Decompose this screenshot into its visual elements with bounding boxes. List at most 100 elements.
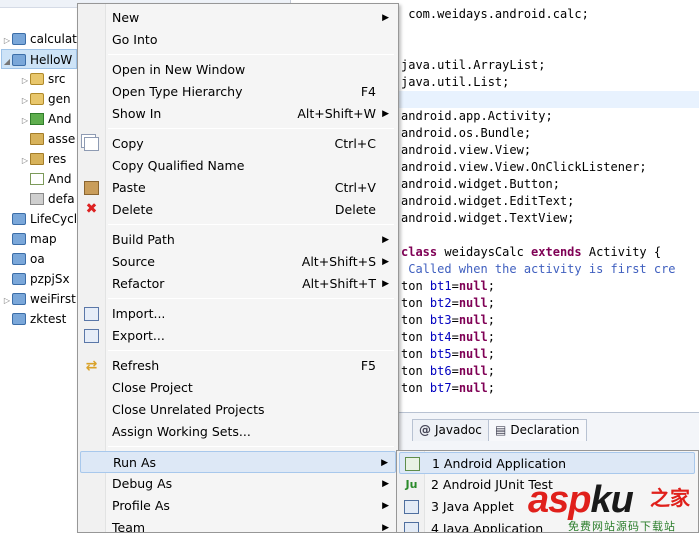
tree-item[interactable]: ▷ calculat xyxy=(2,29,77,49)
menu-item-refactor[interactable]: Refactor Alt+Shift+T ▶ xyxy=(80,273,396,295)
tree-item[interactable]: ▷ weiFirst xyxy=(2,289,76,309)
menu-separator xyxy=(108,446,394,447)
menu-item-label: Assign Working Sets... xyxy=(112,424,251,439)
tree-item[interactable]: ▷ res xyxy=(20,149,66,169)
menu-item-run-as[interactable]: Run As ▶ xyxy=(80,451,396,473)
tree-item[interactable]: ◢ HelloW xyxy=(1,49,77,69)
menu-item-label: Refactor xyxy=(112,276,165,291)
tree-item-label: weiFirst xyxy=(30,292,76,306)
menu-item-close-project[interactable]: Close Project xyxy=(80,377,396,399)
menu-item-label: Profile As xyxy=(112,498,170,513)
menu-item-source[interactable]: Source Alt+Shift+S ▶ xyxy=(80,251,396,273)
code-token: ton xyxy=(401,330,430,344)
code-token: android.widget.EditText; xyxy=(401,194,575,208)
submenu-arrow-icon: ▶ xyxy=(382,257,389,267)
submenu-arrow-icon: ▶ xyxy=(382,479,389,489)
expand-toggle-icon[interactable]: ▷ xyxy=(2,31,12,51)
tree-item[interactable]: map xyxy=(2,229,57,249)
menu-item-close-unrelated-projects[interactable]: Close Unrelated Projects xyxy=(80,399,396,421)
expand-toggle-icon[interactable]: ▷ xyxy=(20,91,30,111)
code-token: extends xyxy=(531,245,582,259)
menu-item-team[interactable]: Team ▶ xyxy=(80,517,396,532)
menu-item-shortcut: F4 xyxy=(360,84,376,99)
menu-item-profile-as[interactable]: Profile As ▶ xyxy=(80,495,396,517)
code-token: bt5 xyxy=(429,347,452,361)
menu-item-label: New xyxy=(112,10,140,25)
tree-item[interactable]: ▷ And xyxy=(20,109,72,131)
watermark-brand: asp xyxy=(528,479,591,521)
java-application-icon xyxy=(404,522,419,532)
code-token: = xyxy=(451,330,459,344)
code-token: android.view.View; xyxy=(401,143,532,157)
code-line: Called when the activity is first cre xyxy=(401,261,676,278)
menu-item-build-path[interactable]: Build Path ▶ xyxy=(80,229,396,251)
tree-item[interactable]: zktest xyxy=(2,309,66,329)
code-line: ton bt5=null; xyxy=(401,346,495,363)
menu-item-shortcut: Ctrl+V xyxy=(334,180,376,195)
menu-item-open-type-hierarchy[interactable]: Open Type Hierarchy F4 xyxy=(80,81,396,103)
menu-item-label: Refresh xyxy=(112,358,160,373)
context-menu: New ▶ Go Into Open in New Window Open Type H… xyxy=(77,3,399,533)
copy-icon xyxy=(84,137,99,151)
code-line: ton bt3=null; xyxy=(401,312,495,329)
tab-declaration[interactable]: ▤ Declaration xyxy=(488,419,587,441)
menu-item-new[interactable]: New ▶ xyxy=(80,7,396,29)
menu-item-delete[interactable]: ✖ Delete Delete xyxy=(80,199,396,221)
expand-toggle-icon[interactable]: ◢ xyxy=(2,52,12,72)
expand-toggle-icon[interactable]: ▷ xyxy=(20,151,30,171)
menu-item-debug-as[interactable]: Debug As ▶ xyxy=(80,473,396,495)
menu-separator xyxy=(108,128,394,129)
android-library-icon xyxy=(30,113,44,125)
code-line: ton bt6=null; xyxy=(401,363,495,380)
code-token: java.util.List; xyxy=(401,75,510,89)
expand-toggle-icon[interactable]: ▷ xyxy=(2,291,12,311)
tree-item[interactable]: defa xyxy=(20,189,75,209)
package-folder-icon xyxy=(30,93,44,105)
tab-javadoc[interactable]: @ Javadoc xyxy=(412,419,489,441)
tree-item[interactable]: ▷ gen xyxy=(20,89,71,109)
menu-item-label: Debug As xyxy=(112,476,173,491)
tab-declaration-label: Declaration xyxy=(510,423,580,437)
code-line: ton bt1=null; xyxy=(401,278,495,295)
menu-item-label: Go Into xyxy=(112,32,158,47)
tree-item[interactable]: And xyxy=(20,169,71,189)
tree-item-label: HelloW xyxy=(30,53,73,67)
menu-separator xyxy=(108,224,394,225)
menu-item-shortcut: Alt+Shift+T xyxy=(302,276,376,291)
menu-item-go-into[interactable]: Go Into xyxy=(80,29,396,51)
menu-separator xyxy=(108,298,394,299)
code-token: ; xyxy=(487,330,495,344)
menu-item-copy-qualified-name[interactable]: Copy Qualified Name xyxy=(80,155,396,177)
menu-item-show-in[interactable]: Show In Alt+Shift+W ▶ xyxy=(80,103,396,125)
tree-item-label: zktest xyxy=(30,312,67,326)
project-icon xyxy=(12,233,26,245)
project-icon xyxy=(12,33,26,45)
menu-item-copy[interactable]: Copy Ctrl+C xyxy=(80,133,396,155)
project-icon xyxy=(12,253,26,265)
declaration-icon: ▤ xyxy=(495,423,507,437)
code-token: ; xyxy=(487,313,495,327)
code-line: class weidaysCalc extends Activity { xyxy=(401,244,661,261)
tree-item[interactable]: pzpjSx xyxy=(2,269,70,289)
menu-item-import[interactable]: Import... xyxy=(80,303,396,325)
menu-item-open-in-new-window[interactable]: Open in New Window xyxy=(80,59,396,81)
xml-file-icon xyxy=(30,173,44,185)
menu-item-paste[interactable]: Paste Ctrl+V xyxy=(80,177,396,199)
tab-javadoc-label: Javadoc xyxy=(435,423,482,437)
code-token: ; xyxy=(487,381,495,395)
menu-item-assign-working-sets[interactable]: Assign Working Sets... xyxy=(80,421,396,443)
tree-item[interactable]: oa xyxy=(2,249,45,269)
tree-item[interactable]: asse xyxy=(20,129,75,149)
expand-toggle-icon[interactable]: ▷ xyxy=(20,111,30,131)
code-token: Called when the activity is first cre xyxy=(401,262,676,276)
submenu-arrow-icon: ▶ xyxy=(381,458,388,468)
menu-separator xyxy=(108,54,394,55)
tree-item[interactable]: LifeCycl xyxy=(2,209,77,229)
submenu-item-1-android-application[interactable]: 1 Android Application xyxy=(399,452,695,474)
expand-toggle-icon[interactable]: ▷ xyxy=(20,71,30,91)
menu-item-refresh[interactable]: ⇄ Refresh F5 xyxy=(80,355,396,377)
menu-item-export[interactable]: Export... xyxy=(80,325,396,347)
code-token: = xyxy=(451,279,459,293)
tree-item[interactable]: ▷ src xyxy=(20,69,66,89)
menu-item-shortcut: Ctrl+C xyxy=(334,136,376,151)
